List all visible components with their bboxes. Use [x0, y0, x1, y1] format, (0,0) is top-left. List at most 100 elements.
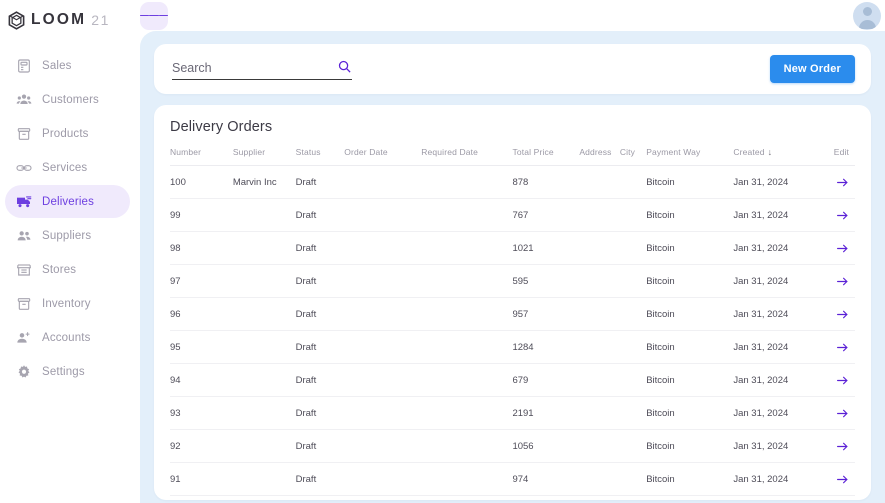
column-header-order-date[interactable]: Order Date [344, 147, 422, 166]
sales-register-icon [15, 57, 32, 74]
cell-payment-way: Bitcoin [646, 396, 734, 430]
cell-supplier [232, 198, 296, 232]
column-header-address[interactable]: Address [579, 147, 620, 166]
page-title: Delivery Orders [170, 119, 273, 135]
column-header-required-date[interactable]: Required Date [421, 147, 513, 166]
cell-total-price: 1056 [512, 429, 580, 463]
user-avatar-icon[interactable] [853, 2, 881, 30]
arrow-right-icon[interactable] [820, 297, 855, 331]
cell-city [619, 231, 647, 265]
table-body: 100 Marvin Inc Draft 878 Bitcoin Jan 31, 2024… [170, 165, 855, 496]
search-input[interactable] [172, 58, 352, 80]
cell-city [619, 429, 647, 463]
delivery-orders-table: Number Supplier Status Order Date Requir… [170, 147, 855, 496]
cell-status: Draft [295, 264, 345, 298]
sidebar-item-products[interactable]: Products [5, 117, 130, 150]
sort-descending-icon: ↓ [767, 147, 773, 157]
table-row[interactable]: 97 Draft 595 Bitcoin Jan 31, 2024 [170, 264, 855, 298]
arrow-right-icon[interactable] [820, 363, 855, 397]
cell-address [579, 231, 620, 265]
cell-created: Jan 31, 2024 [733, 330, 821, 364]
cell-number: 91 [170, 462, 233, 496]
column-header-status[interactable]: Status [295, 147, 345, 166]
sidebar-item-inventory[interactable]: Inventory [5, 287, 130, 320]
arrow-right-icon[interactable] [820, 429, 855, 463]
sidebar: LOOM 21 Sales Customers Products Service… [0, 0, 135, 503]
cell-city [619, 396, 647, 430]
cell-city [619, 330, 647, 364]
arrow-right-icon[interactable] [820, 165, 855, 199]
cell-address [579, 462, 620, 496]
sidebar-item-settings[interactable]: Settings [5, 355, 130, 388]
sidebar-item-label: Sales [42, 59, 72, 72]
cell-required-date [421, 330, 513, 364]
cell-address [579, 330, 620, 364]
table-header: Number Supplier Status Order Date Requir… [170, 147, 855, 166]
sidebar-item-suppliers[interactable]: Suppliers [5, 219, 130, 252]
sidebar-item-accounts[interactable]: Accounts [5, 321, 130, 354]
cell-address [579, 363, 620, 397]
sidebar-item-label: Products [42, 127, 89, 140]
search-card: New Order [154, 44, 871, 94]
burger-line [158, 14, 168, 17]
cell-created: Jan 31, 2024 [733, 462, 821, 496]
arrow-right-icon[interactable] [820, 231, 855, 265]
sidebar-item-customers[interactable]: Customers [5, 83, 130, 116]
hamburger-menu-icon[interactable] [140, 1, 168, 30]
cell-address [579, 297, 620, 331]
cell-supplier [232, 231, 296, 265]
arrow-right-icon[interactable] [820, 264, 855, 298]
arrow-right-icon[interactable] [820, 330, 855, 364]
cell-required-date [421, 165, 513, 199]
search-icon[interactable] [337, 59, 352, 74]
cell-required-date [421, 462, 513, 496]
cell-status: Draft [295, 363, 345, 397]
column-header-total-price[interactable]: Total Price [512, 147, 580, 166]
cell-order-date [344, 330, 422, 364]
column-header-payment-way[interactable]: Payment Way [646, 147, 734, 166]
sidebar-item-sales[interactable]: Sales [5, 49, 130, 82]
sidebar-item-label: Services [42, 161, 88, 174]
table-row[interactable]: 100 Marvin Inc Draft 878 Bitcoin Jan 31, 2024 [170, 165, 855, 199]
column-header-supplier[interactable]: Supplier [232, 147, 296, 166]
column-header-city[interactable]: City [619, 147, 647, 166]
cell-total-price: 1021 [512, 231, 580, 265]
cell-status: Draft [295, 165, 345, 199]
arrow-right-icon[interactable] [820, 396, 855, 430]
cell-number: 100 [170, 165, 233, 199]
table-row[interactable]: 94 Draft 679 Bitcoin Jan 31, 2024 [170, 363, 855, 397]
sidebar-item-label: Customers [42, 93, 99, 106]
cell-city [619, 264, 647, 298]
table-row[interactable]: 92 Draft 1056 Bitcoin Jan 31, 2024 [170, 429, 855, 463]
sidebar-item-stores[interactable]: Stores [5, 253, 130, 286]
pagination-controls: Items per page 10 Page 1 of 10 [170, 496, 855, 503]
cell-city [619, 198, 647, 232]
table-row[interactable]: 95 Draft 1284 Bitcoin Jan 31, 2024 [170, 330, 855, 364]
sidebar-item-services[interactable]: Services [5, 151, 130, 184]
page-content: New Order Delivery Orders Number Supplie… [140, 31, 885, 503]
table-row[interactable]: 91 Draft 974 Bitcoin Jan 31, 2024 [170, 462, 855, 496]
cell-required-date [421, 198, 513, 232]
avatar-head [862, 7, 872, 16]
table-row[interactable]: 93 Draft 2191 Bitcoin Jan 31, 2024 [170, 396, 855, 430]
arrow-right-icon[interactable] [820, 198, 855, 232]
cell-number: 99 [170, 198, 233, 232]
table-row[interactable]: 96 Draft 957 Bitcoin Jan 31, 2024 [170, 297, 855, 331]
brand-logo[interactable]: LOOM 21 [0, 5, 135, 35]
table-row[interactable]: 98 Draft 1021 Bitcoin Jan 31, 2024 [170, 231, 855, 265]
services-link-icon [15, 159, 32, 176]
delivery-orders-card: Delivery Orders Number Supplier Status O… [154, 105, 871, 500]
arrow-right-icon[interactable] [820, 462, 855, 496]
cell-order-date [344, 396, 422, 430]
table-row[interactable]: 99 Draft 767 Bitcoin Jan 31, 2024 [170, 198, 855, 232]
cell-created: Jan 31, 2024 [733, 396, 821, 430]
cell-order-date [344, 429, 422, 463]
new-order-button[interactable]: New Order [769, 55, 855, 83]
column-header-created-sorted[interactable]: Created ↓ [733, 147, 821, 166]
column-header-created-label: Created [733, 147, 765, 157]
column-header-number[interactable]: Number [170, 147, 233, 166]
cell-payment-way: Bitcoin [646, 330, 734, 364]
sidebar-item-deliveries[interactable]: Deliveries [5, 185, 130, 218]
deliveries-truck-icon [15, 193, 32, 210]
app-root: LOOM 21 Sales Customers Products Service… [0, 0, 885, 503]
